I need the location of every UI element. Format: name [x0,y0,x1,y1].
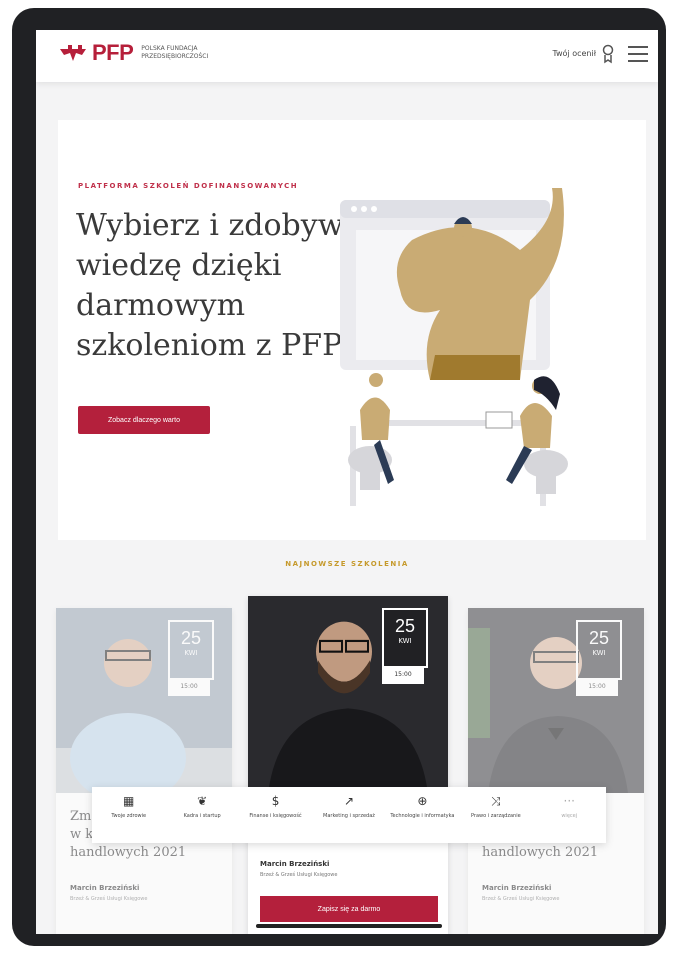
date-month: KWI [592,649,606,657]
category-marketing[interactable]: ↗ Marketing i sprzedaż [312,787,385,843]
category-label: Finanse i księgowość [249,813,302,819]
hero-section: PLATFORMA SZKOLEŃ DOFINANSOWANYCH Wybier… [58,120,646,540]
latest-trainings-title: NAJNOWSZE SZKOLENIA [285,560,409,568]
account-label[interactable]: Twój ocenił [552,49,596,58]
category-finance[interactable]: $ Finanse i księgowość [239,787,312,843]
account-icon[interactable] [602,44,614,64]
category-law[interactable]: ⤨ Prawo i zarządzanie [459,787,532,843]
trainer-organization: Brzeź & Grześ Usługi Księgowe [70,896,148,902]
category-technology[interactable]: ⊕ Technologie i informatyka [386,787,459,843]
title-line: Zm [70,809,92,824]
trainer-organization: Brzeź & Grześ Usługi Księgowe [260,872,338,878]
top-navigation-bar: PFP POLSKA FUNDACJA PRZEDSIĘBIORCZOŚCI T… [36,30,658,82]
hero-eyebrow: PLATFORMA SZKOLEŃ DOFINANSOWANYCH [78,182,299,190]
logo-text: PFP [92,40,134,65]
logo-subtitle: POLSKA FUNDACJA PRZEDSIĘBIORCZOŚCI [141,45,209,60]
training-card[interactable]: 25 KWI 15:00 nie handlowych 2021 Marcin … [468,608,644,934]
category-label: Marketing i sprzedaż [323,813,375,819]
date-badge: 25 KWI [382,608,428,668]
apps-icon: ▦ [123,794,135,808]
date-day: 25 [180,628,202,648]
trend-icon: ↗ [343,794,354,808]
category-label: Twoje zdrowie [111,813,147,819]
title-line: w k [70,827,94,842]
trainer-name: Marcin Brzeziński [70,884,140,892]
category-bar: ▦ Twoje zdrowie ❦ Kadra i startup $ Fina… [92,787,606,843]
trainer-name: Marcin Brzeziński [482,884,552,892]
hamburger-menu-icon[interactable] [628,46,648,62]
category-label: więcej [561,813,578,819]
trainer-organization: Brzeź & Grześ Usługi Księgowe [482,896,560,902]
trainer-name: Marcin Brzeziński [260,860,330,868]
signup-free-button[interactable]: Zapisz się za darmo [260,896,438,922]
date-month: KWI [184,649,198,657]
title-line: handlowych 2021 [70,845,187,860]
hero-illustration [340,188,568,506]
date-month: KWI [398,637,412,645]
category-more[interactable]: ··· więcej [533,787,606,843]
dollar-icon: $ [271,794,280,808]
date-day: 25 [394,616,416,636]
leaf-icon: ❦ [197,794,208,808]
date-day: 25 [588,628,610,648]
category-startup[interactable]: ❦ Kadra i startup [165,787,238,843]
shuffle-icon: ⤨ [491,794,501,808]
category-health[interactable]: ▦ Twoje zdrowie [92,787,165,843]
time-badge: 15:00 [576,678,618,696]
time-badge: 15:00 [382,666,424,684]
why-worth-button[interactable]: Zobacz dlaczego warto [78,406,210,434]
training-card[interactable]: 25 KWI 15:00 Zm w k handlowych 2021 Marc… [56,608,232,934]
category-label: Technologie i informatyka [390,813,455,819]
date-badge: 25 KWI [168,620,214,680]
pfp-logo-icon [60,45,86,61]
screen: PFP POLSKA FUNDACJA PRZEDSIĘBIORCZOŚCI T… [36,30,658,934]
training-card[interactable]: 25 KWI 15:00 Marcin Brzeziński Brzeź & G… [248,596,448,934]
more-icon: ··· [563,794,575,808]
globe-icon: ⊕ [417,794,428,808]
home-indicator [256,924,442,928]
date-badge: 25 KWI [576,620,622,680]
title-line: handlowych 2021 [482,845,599,860]
category-label: Kadra i startup [183,813,221,819]
category-label: Prawo i zarządzanie [470,813,521,819]
pfp-logo[interactable]: PFP POLSKA FUNDACJA PRZEDSIĘBIORCZOŚCI [58,40,241,66]
time-badge: 15:00 [168,678,210,696]
